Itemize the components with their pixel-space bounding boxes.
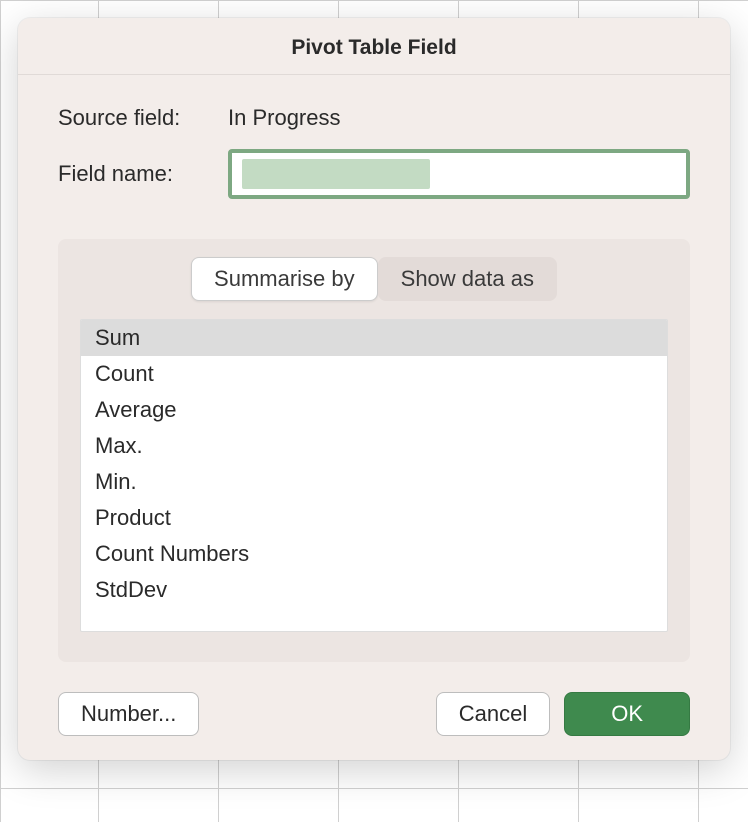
dialog-title-bar: Pivot Table Field	[18, 18, 730, 75]
dialog-footer: Number... Cancel OK	[18, 682, 730, 760]
aggregation-listbox[interactable]: Sum Count Average Max. Min. Product Coun…	[80, 319, 668, 632]
source-field-label: Source field:	[58, 105, 228, 131]
field-name-row: Field name: Sum of In Progress	[58, 149, 690, 199]
field-name-input[interactable]	[234, 155, 684, 193]
ok-button[interactable]: OK	[564, 692, 690, 736]
list-item[interactable]: Product	[81, 500, 667, 536]
tab-summarise-by[interactable]: Summarise by	[191, 257, 378, 301]
dialog-title: Pivot Table Field	[291, 36, 456, 59]
list-item[interactable]: Max.	[81, 428, 667, 464]
field-name-input-wrap[interactable]: Sum of In Progress	[228, 149, 690, 199]
cancel-button[interactable]: Cancel	[436, 692, 550, 736]
list-item[interactable]: StdDev	[81, 572, 667, 608]
list-item[interactable]: Average	[81, 392, 667, 428]
pivot-field-dialog: Pivot Table Field Source field: In Progr…	[18, 18, 730, 760]
summarise-panel: Summarise by Show data as Sum Count Aver…	[58, 239, 690, 662]
tab-strip: Summarise by Show data as	[80, 257, 668, 301]
field-name-label: Field name:	[58, 161, 228, 187]
list-item[interactable]: Sum	[81, 320, 667, 356]
list-item[interactable]: Count Numbers	[81, 536, 667, 572]
tab-show-data-as[interactable]: Show data as	[378, 257, 557, 301]
list-item[interactable]: Count	[81, 356, 667, 392]
number-format-button[interactable]: Number...	[58, 692, 199, 736]
dialog-content: Source field: In Progress Field name: Su…	[18, 75, 730, 682]
source-field-value: In Progress	[228, 105, 341, 131]
list-item[interactable]: Min.	[81, 464, 667, 500]
source-field-row: Source field: In Progress	[58, 105, 690, 131]
